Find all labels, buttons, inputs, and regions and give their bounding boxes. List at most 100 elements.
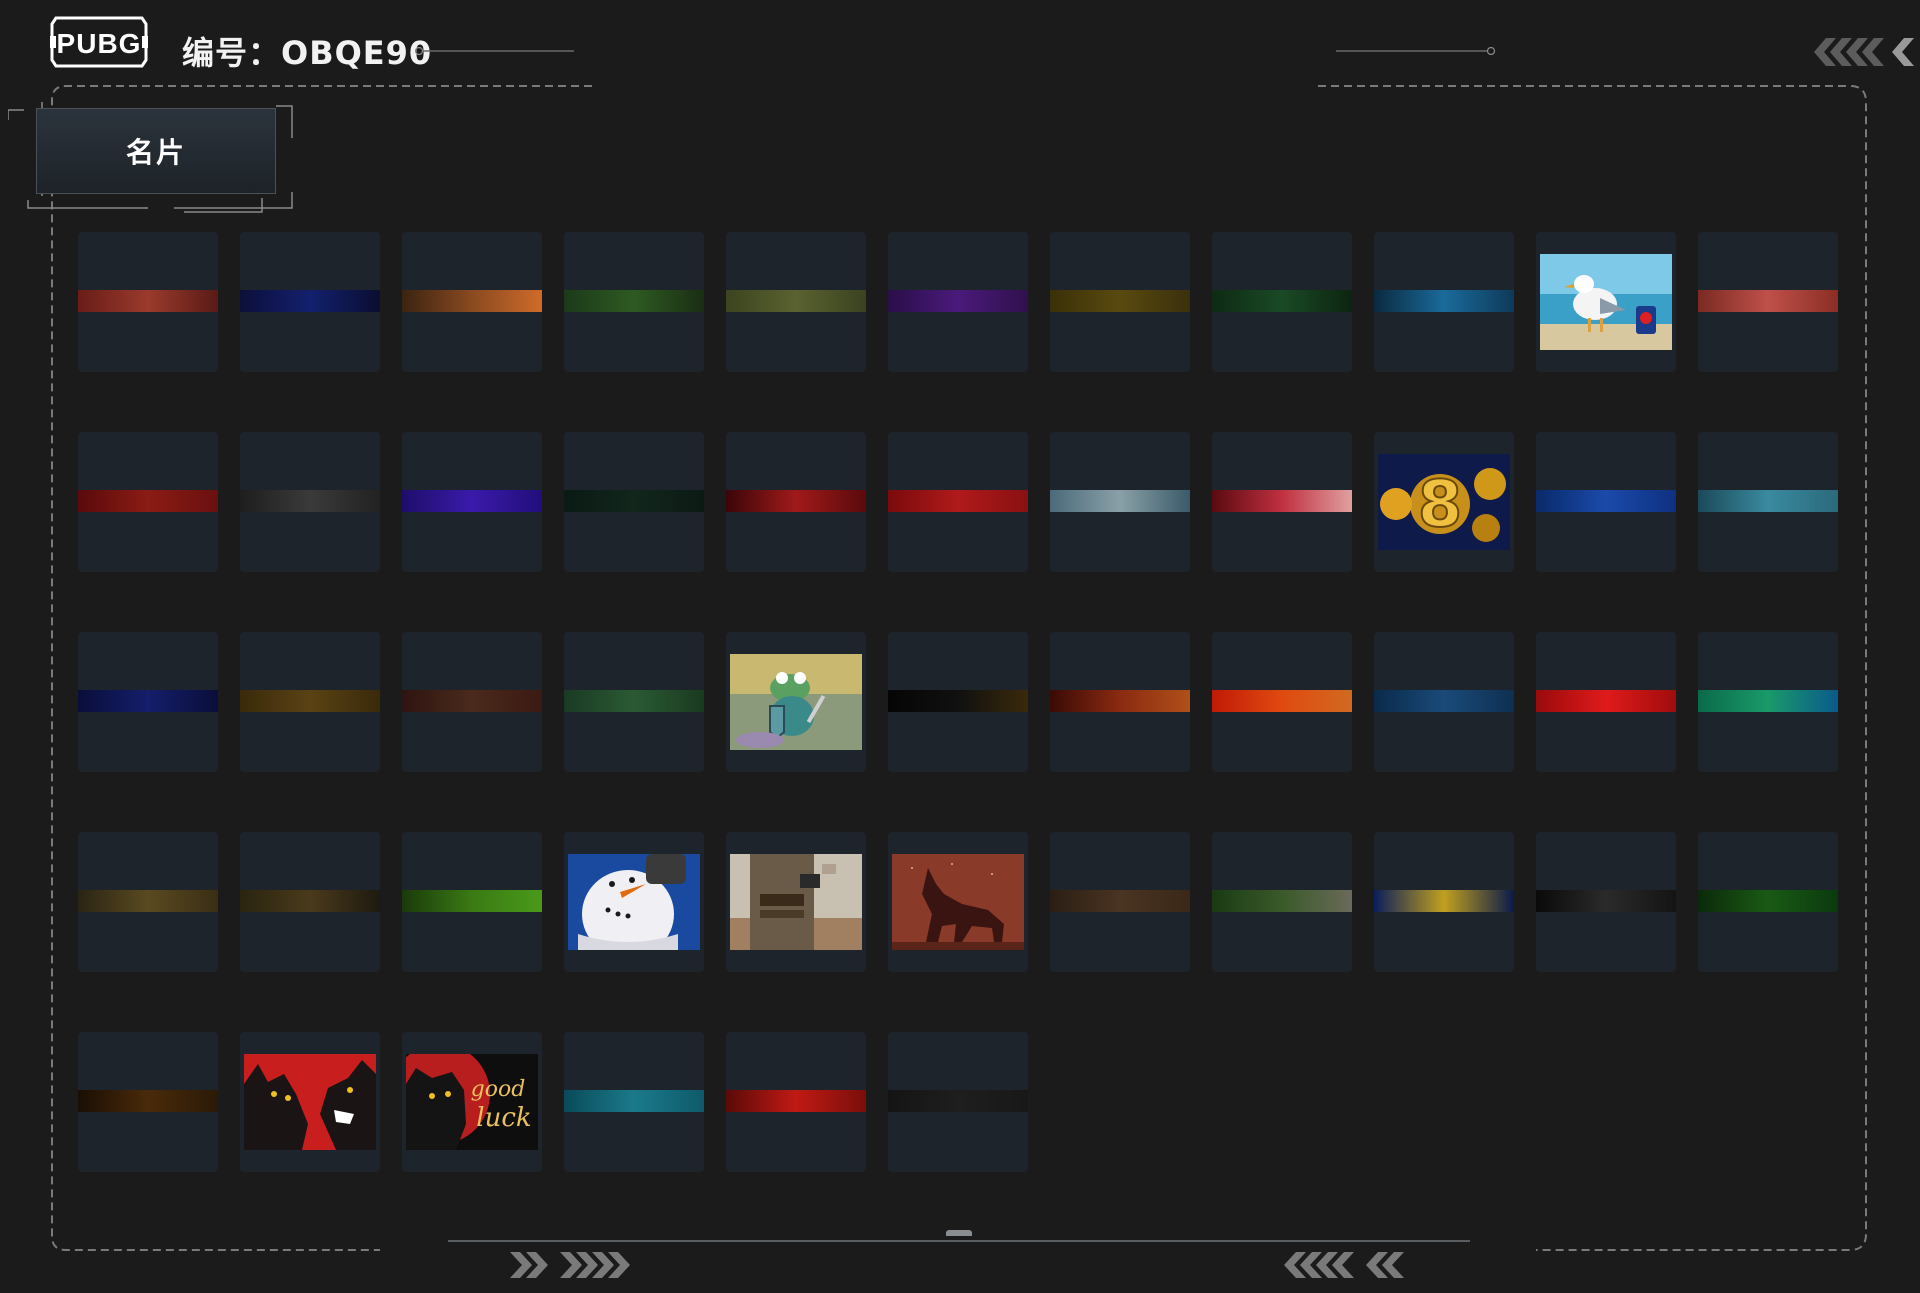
namecard-item[interactable] <box>240 432 380 572</box>
namecard-item[interactable]: 8 <box>1374 432 1514 572</box>
namecard-preview-strip <box>78 490 218 512</box>
namecard-preview-strip <box>1374 290 1514 312</box>
chevron-left-bottom-decor-icon <box>1284 1252 1404 1278</box>
seagull-image <box>1540 254 1672 350</box>
svg-text:PUBG: PUBG <box>57 28 142 59</box>
namecard-item[interactable] <box>726 632 866 772</box>
namecard-item[interactable] <box>564 232 704 372</box>
namecard-preview-strip <box>1212 290 1352 312</box>
namecard-item[interactable] <box>1374 232 1514 372</box>
namecard-item[interactable] <box>1698 232 1838 372</box>
namecard-item[interactable] <box>78 832 218 972</box>
namecard-item[interactable] <box>888 1032 1028 1172</box>
namecard-item[interactable] <box>1374 832 1514 972</box>
namecard-preview-strip <box>726 1090 866 1112</box>
wolves-red-image <box>244 1054 376 1150</box>
namecard-preview-strip <box>564 690 704 712</box>
namecard-item[interactable] <box>888 432 1028 572</box>
namecard-item[interactable] <box>78 1032 218 1172</box>
scroll-handle[interactable] <box>946 1230 972 1236</box>
namecard-preview-strip <box>1212 490 1352 512</box>
namecard-preview-strip <box>888 490 1028 512</box>
namecard-preview-strip <box>78 290 218 312</box>
namecard-item[interactable] <box>1212 632 1352 772</box>
namecard-item[interactable] <box>78 632 218 772</box>
player-code-label: 编号：OBQE90 <box>182 34 433 72</box>
namecard-item[interactable] <box>78 432 218 572</box>
namecard-preview-strip <box>402 490 542 512</box>
bottom-divider <box>448 1240 1470 1242</box>
namecard-preview-strip <box>240 490 380 512</box>
namecard-item[interactable] <box>888 832 1028 972</box>
namecard-preview-strip <box>240 690 380 712</box>
namecard-item[interactable] <box>564 832 704 972</box>
namecard-grid: 8 good luck <box>78 232 1838 1172</box>
namecard-preview-strip <box>1698 690 1838 712</box>
namecard-item[interactable] <box>402 432 542 572</box>
namecard-item[interactable] <box>1536 832 1676 972</box>
namecard-item[interactable] <box>726 1032 866 1172</box>
namecard-preview-strip <box>1374 890 1514 912</box>
chevron-left-decor-icon <box>1814 38 1914 66</box>
namecard-item[interactable] <box>240 232 380 372</box>
namecard-item[interactable] <box>564 632 704 772</box>
namecard-item[interactable] <box>1698 632 1838 772</box>
namecard-preview-strip <box>1050 890 1190 912</box>
namecard-item[interactable] <box>726 432 866 572</box>
gold-88-image: 8 <box>1378 454 1510 550</box>
namecard-preview-strip <box>888 1090 1028 1112</box>
snowman-image <box>568 854 700 950</box>
namecard-item[interactable] <box>1536 632 1676 772</box>
namecard-item[interactable] <box>1536 232 1676 372</box>
namecard-item[interactable] <box>1050 232 1190 372</box>
namecard-item[interactable] <box>1212 432 1352 572</box>
namecard-item[interactable] <box>888 632 1028 772</box>
namecard-preview-strip <box>1698 890 1838 912</box>
namecard-item[interactable] <box>240 832 380 972</box>
namecard-item[interactable] <box>1050 632 1190 772</box>
namecard-item[interactable] <box>1536 432 1676 572</box>
namecard-item[interactable] <box>402 232 542 372</box>
namecard-preview-strip <box>402 690 542 712</box>
namecard-preview-strip <box>1212 690 1352 712</box>
namecard-preview-strip <box>564 290 704 312</box>
namecard-item[interactable] <box>402 832 542 972</box>
namecard-item[interactable] <box>1698 832 1838 972</box>
namecard-item[interactable] <box>1050 432 1190 572</box>
namecard-item[interactable] <box>1212 832 1352 972</box>
section-tab[interactable]: 名片 <box>36 108 276 194</box>
namecard-item[interactable] <box>888 232 1028 372</box>
namecard-item[interactable] <box>1698 432 1838 572</box>
namecard-preview-strip <box>78 890 218 912</box>
namecard-preview-strip <box>1050 690 1190 712</box>
namecard-item[interactable] <box>78 232 218 372</box>
chevron-right-decor-icon <box>510 1252 630 1278</box>
namecard-preview-strip <box>564 490 704 512</box>
namecard-item[interactable] <box>1212 232 1352 372</box>
header-divider-right <box>1336 47 1496 55</box>
namecard-item[interactable] <box>564 1032 704 1172</box>
soldier-image <box>730 854 862 950</box>
namecard-preview-strip <box>1050 490 1190 512</box>
namecard-preview-strip <box>1536 490 1676 512</box>
namecard-preview-strip <box>240 890 380 912</box>
namecard-preview-strip <box>402 890 542 912</box>
namecard-item[interactable] <box>1374 632 1514 772</box>
namecard-preview-strip <box>78 690 218 712</box>
namecard-item[interactable] <box>1050 832 1190 972</box>
namecard-preview-strip <box>1698 290 1838 312</box>
namecard-item[interactable]: good luck <box>402 1032 542 1172</box>
namecard-preview-strip <box>1698 490 1838 512</box>
good-luck-panther-image: good luck <box>406 1054 538 1150</box>
namecard-item[interactable] <box>564 432 704 572</box>
namecard-preview-strip <box>240 290 380 312</box>
namecard-preview-strip <box>1374 690 1514 712</box>
namecard-item[interactable] <box>726 232 866 372</box>
namecard-item[interactable] <box>240 1032 380 1172</box>
svg-text:luck: luck <box>476 1103 531 1133</box>
namecard-item[interactable] <box>240 632 380 772</box>
header-divider-left <box>414 47 574 55</box>
namecard-item[interactable] <box>726 832 866 972</box>
namecard-item[interactable] <box>402 632 542 772</box>
namecard-preview-strip <box>726 290 866 312</box>
